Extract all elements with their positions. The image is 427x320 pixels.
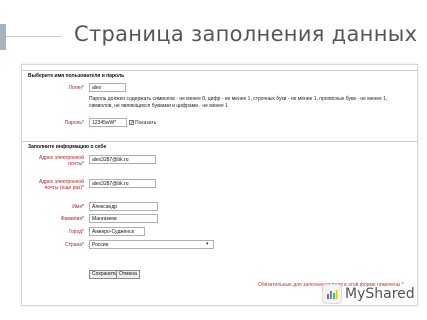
password-hint-line: символов, не являющихся буквами и цифрам… bbox=[89, 103, 228, 109]
city-label: Город* bbox=[68, 229, 84, 235]
login-fieldset: Выберите имя пользователя и пароль bbox=[22, 70, 417, 79]
decorative-bar bbox=[0, 24, 6, 50]
surname-label: Фамилия* bbox=[60, 216, 84, 222]
password-hint: Пароль должен содержать символов - не ме… bbox=[89, 96, 411, 110]
name-input[interactable]: Александр bbox=[89, 202, 158, 211]
email-label: Адрес электронной почты* bbox=[38, 155, 84, 167]
country-select[interactable]: Россия bbox=[89, 240, 214, 249]
show-password-label: Показать bbox=[135, 120, 157, 126]
required-marker: * bbox=[82, 242, 84, 248]
email-confirm-label: Адрес электронной почты (еще раз)* bbox=[38, 179, 84, 191]
cancel-button[interactable]: Отмена bbox=[116, 270, 140, 279]
required-marker: * bbox=[82, 85, 84, 91]
login-input[interactable]: alex bbox=[89, 83, 126, 92]
show-password-checkbox[interactable]: ✓ bbox=[129, 120, 134, 126]
registration-form: Выберите имя пользователя и пароль Логин… bbox=[21, 64, 418, 306]
email-input[interactable]: alex3287@bk.ru bbox=[89, 155, 156, 164]
country-label: Страна* bbox=[65, 242, 84, 248]
name-label: Имя* bbox=[72, 204, 84, 210]
chevron-down-icon[interactable]: ▾ bbox=[206, 241, 209, 247]
logo-icon bbox=[322, 284, 342, 304]
city-input[interactable]: Анжеро-Судженск bbox=[89, 227, 145, 236]
myshared-logo: MyShared bbox=[322, 284, 415, 304]
required-marker: * bbox=[82, 120, 84, 126]
required-marker: * bbox=[82, 204, 84, 210]
logo-text: MyShared bbox=[345, 286, 415, 302]
info-legend: Заполните информацию о себе bbox=[28, 144, 107, 150]
required-marker: * bbox=[82, 216, 84, 222]
email-confirm-input[interactable]: alex3287@bk.ru bbox=[89, 179, 156, 188]
required-marker: * bbox=[82, 229, 84, 235]
decorative-line bbox=[6, 36, 62, 37]
required-marker: * bbox=[82, 185, 84, 191]
info-fieldset: Заполните информацию о себе bbox=[22, 141, 417, 150]
surname-input[interactable]: Мангазеев bbox=[89, 214, 158, 223]
password-hint-line: Пароль должен содержать символов - не ме… bbox=[89, 96, 388, 102]
password-input[interactable]: 12345wW* bbox=[89, 118, 127, 127]
slide-title: Страница заполнения данных bbox=[74, 22, 418, 46]
password-label: Пароль* bbox=[64, 120, 84, 126]
required-marker: * bbox=[82, 161, 84, 167]
login-label: Логин* bbox=[68, 85, 84, 91]
login-legend: Выберите имя пользователя и пароль bbox=[28, 73, 125, 79]
